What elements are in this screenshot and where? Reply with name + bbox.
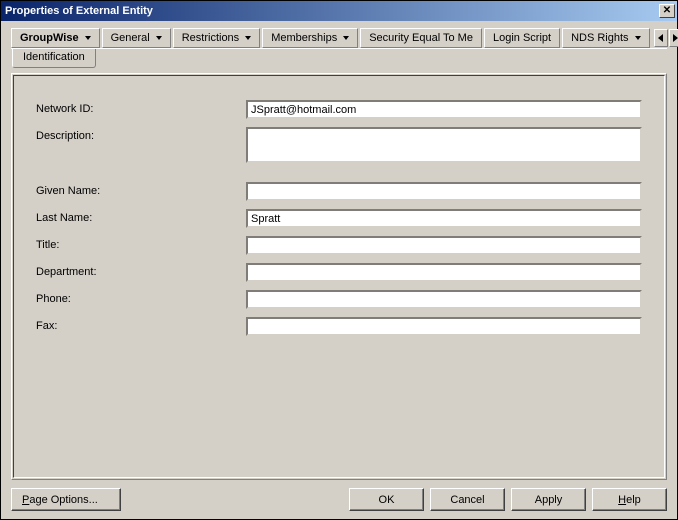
tab-scroll-group: [654, 29, 678, 47]
subtab-label: Identification: [23, 51, 85, 63]
phone-field[interactable]: [246, 290, 642, 309]
tab-label: Security Equal To Me: [369, 32, 473, 44]
chevron-down-icon: [635, 36, 641, 40]
row-title: Title:: [36, 236, 642, 255]
tab-security-equal-to-me[interactable]: Security Equal To Me: [360, 28, 482, 48]
cancel-button[interactable]: Cancel: [430, 488, 505, 511]
scroll-left-button[interactable]: [654, 29, 668, 47]
tab-label: Memberships: [271, 32, 337, 44]
footer: Page Options... OK Cancel Apply Help: [11, 480, 667, 511]
btn-text: elp: [626, 494, 641, 506]
arrow-left-icon: [658, 34, 663, 42]
subtab-row: Identification: [11, 49, 667, 69]
client-area: GroupWise General Restrictions Membershi…: [1, 21, 677, 519]
department-field[interactable]: [246, 263, 642, 282]
chevron-down-icon: [156, 36, 162, 40]
row-last-name: Last Name:: [36, 209, 642, 228]
label-description: Description:: [36, 127, 246, 142]
row-fax: Fax:: [36, 317, 642, 336]
row-description: Description:: [36, 127, 642, 166]
row-phone: Phone:: [36, 290, 642, 309]
form-panel: Network ID: Description: Given Name: Las…: [11, 73, 667, 480]
apply-button[interactable]: Apply: [511, 488, 586, 511]
window-title: Properties of External Entity: [5, 5, 659, 17]
tab-restrictions[interactable]: Restrictions: [173, 28, 260, 48]
page-options-button[interactable]: Page Options...: [11, 488, 121, 511]
fax-field[interactable]: [246, 317, 642, 336]
row-network-id: Network ID:: [36, 100, 642, 119]
given-name-field[interactable]: [246, 182, 642, 201]
tab-groupwise[interactable]: GroupWise: [11, 28, 100, 48]
tabstrip: GroupWise General Restrictions Membershi…: [11, 27, 667, 49]
subtab-identification[interactable]: Identification: [12, 49, 96, 68]
close-icon[interactable]: ✕: [659, 4, 675, 18]
help-button[interactable]: Help: [592, 488, 667, 511]
scroll-right-button[interactable]: [669, 29, 678, 47]
tab-general[interactable]: General: [102, 28, 171, 48]
last-name-field[interactable]: [246, 209, 642, 228]
label-given-name: Given Name:: [36, 182, 246, 197]
label-phone: Phone:: [36, 290, 246, 305]
description-field[interactable]: [246, 127, 642, 163]
tab-label: NDS Rights: [571, 32, 628, 44]
row-given-name: Given Name:: [36, 182, 642, 201]
chevron-down-icon: [85, 36, 91, 40]
ok-button[interactable]: OK: [349, 488, 424, 511]
label-fax: Fax:: [36, 317, 246, 332]
tab-memberships[interactable]: Memberships: [262, 28, 358, 48]
label-last-name: Last Name:: [36, 209, 246, 224]
tab-label: GroupWise: [20, 32, 79, 44]
btn-text: age Options...: [29, 494, 98, 506]
label-network-id: Network ID:: [36, 100, 246, 115]
tab-label: Restrictions: [182, 32, 239, 44]
row-department: Department:: [36, 263, 642, 282]
title-field[interactable]: [246, 236, 642, 255]
tab-label: Login Script: [493, 32, 551, 44]
tab-label: General: [111, 32, 150, 44]
label-title: Title:: [36, 236, 246, 251]
tab-login-script[interactable]: Login Script: [484, 28, 560, 48]
network-id-field[interactable]: [246, 100, 642, 119]
chevron-down-icon: [343, 36, 349, 40]
dialog-window: Properties of External Entity ✕ GroupWis…: [0, 0, 678, 520]
tab-nds-rights[interactable]: NDS Rights: [562, 28, 649, 48]
label-department: Department:: [36, 263, 246, 278]
arrow-right-icon: [673, 34, 678, 42]
chevron-down-icon: [245, 36, 251, 40]
titlebar: Properties of External Entity ✕: [1, 1, 677, 21]
